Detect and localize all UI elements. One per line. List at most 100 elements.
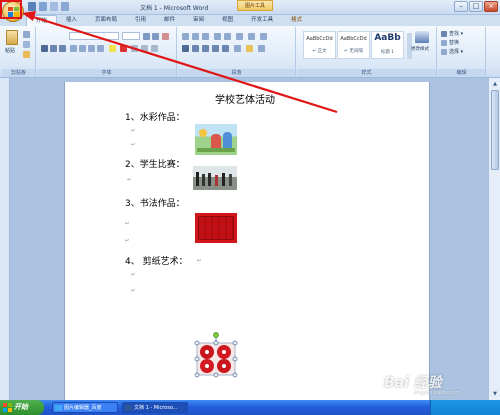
bullets-icon[interactable] [182,33,189,40]
font-color-icon[interactable] [120,45,127,52]
scrollbar-thumb[interactable] [491,90,499,170]
vertical-ruler [0,78,10,400]
shrink-font-icon[interactable] [152,33,159,40]
underline-icon[interactable] [59,45,66,52]
chinese-layout-icon[interactable] [236,33,243,40]
paste-label[interactable]: 粘贴 [5,47,15,54]
scroll-down-icon[interactable]: ▼ [491,390,499,398]
watercolor-image[interactable] [195,124,237,155]
borders-icon[interactable] [258,45,265,52]
ribbon: 粘贴 剪贴板 字体 段落 AaBbCcDd ↵ 正文 AaBbCcDd ↵ 无间… [0,26,500,78]
tab-mailings[interactable]: 邮件 [155,15,184,26]
font-size-combo[interactable] [122,32,140,40]
office-button-highlight [0,0,22,19]
increase-indent-icon[interactable] [224,33,231,40]
group-editing: 查找 ▾ 替换 选择 ▾ 编辑 [438,27,486,77]
close-button[interactable]: × [484,1,498,12]
copy-icon[interactable] [23,41,30,48]
style-no-spacing[interactable]: AaBbCcDd ↵ 无间隔 [337,31,370,59]
maximize-button[interactable]: □ [469,1,483,12]
character-border-icon[interactable] [141,45,148,52]
style-normal[interactable]: AaBbCcDd ↵ 正文 [303,31,336,59]
sort-icon[interactable] [248,33,255,40]
format-painter-icon[interactable] [23,51,30,58]
highlight-icon[interactable] [109,45,116,52]
tab-home[interactable]: 开始 [26,15,58,26]
redo-icon[interactable] [50,2,58,11]
strikethrough-icon[interactable] [70,45,77,52]
competition-image[interactable] [193,166,237,190]
taskbar-item-browser-label: 图片编辑器_百度 [64,405,102,411]
paragraph-mark: ↵ [131,288,136,294]
shading-icon[interactable] [246,45,253,52]
change-styles-label[interactable]: 更改样式 [411,46,429,52]
multilevel-list-icon[interactable] [202,33,209,40]
doc-item-competition[interactable]: 2、学生比赛： [125,157,185,170]
superscript-icon[interactable] [88,45,95,52]
tab-review[interactable]: 审阅 [184,15,213,26]
vertical-scrollbar[interactable]: ▲ ▼ [488,78,500,400]
ribbon-tabs: 开始 插入 页面布局 引用 邮件 审阅 视图 开发工具 格式 [26,15,311,26]
taskbar-item-browser[interactable]: 图片编辑器_百度 [52,402,118,413]
tab-format[interactable]: 格式 [282,15,311,26]
subscript-icon[interactable] [79,45,86,52]
calligraphy-image[interactable] [195,213,237,243]
change-styles-icon[interactable] [415,31,429,43]
change-case-icon[interactable] [97,45,104,52]
tab-view[interactable]: 视图 [213,15,242,26]
italic-icon[interactable] [50,45,57,52]
align-left-icon[interactable] [182,45,189,52]
show-marks-icon[interactable] [260,33,267,40]
document-heading[interactable]: 学校艺体活动 [215,91,275,106]
character-shading-icon[interactable] [131,45,138,52]
line-spacing-icon[interactable] [234,45,241,52]
undo-icon[interactable] [39,2,47,11]
selection-handles[interactable] [190,330,242,382]
group-label-clipboard: 剪贴板 [2,69,35,77]
window-title: 文档 1 - Microsoft Word [140,5,209,12]
style-normal-sample: AaBbCcDd [306,36,333,42]
window-controls: – □ × [454,1,498,12]
baidu-watermark-url: jingyan.baidu.com [414,390,461,396]
paragraph-mark: ↵ [125,221,130,227]
align-right-icon[interactable] [202,45,209,52]
tab-developer[interactable]: 开发工具 [242,15,282,26]
taskbar-item-word[interactable]: 文档 1 - Microso... [122,402,188,413]
document-page[interactable] [64,82,430,402]
paragraph-mark: ↵ [131,128,136,134]
grow-font-icon[interactable] [143,33,150,40]
doc-item-calligraphy[interactable]: 3、书法作品： [125,196,185,209]
customize-qat-icon[interactable] [61,2,69,11]
start-label: 开始 [14,403,28,411]
doc-item-watercolor[interactable]: 1、水彩作品： [125,110,185,123]
start-button[interactable]: 开始 [0,400,44,415]
minimize-button[interactable]: – [454,1,468,12]
font-name-combo[interactable] [69,32,119,40]
select-button[interactable]: 选择 ▾ [449,48,463,55]
paragraph-mark: ↵ [125,238,130,244]
find-icon [441,31,447,37]
enclose-characters-icon[interactable] [151,45,158,52]
bold-icon[interactable] [41,45,48,52]
tab-references[interactable]: 引用 [126,15,155,26]
style-no-spacing-name: ↵ 无间隔 [344,49,363,54]
numbering-icon[interactable] [192,33,199,40]
word-icon [125,405,132,411]
scroll-up-icon[interactable]: ▲ [491,80,499,88]
align-center-icon[interactable] [192,45,199,52]
decrease-indent-icon[interactable] [214,33,221,40]
distributed-icon[interactable] [222,45,229,52]
justify-icon[interactable] [212,45,219,52]
tab-page-layout[interactable]: 页面布局 [86,15,126,26]
taskbar-item-word-label: 文档 1 - Microso... [134,405,178,411]
replace-button[interactable]: 替换 [449,39,459,46]
find-button[interactable]: 查找 ▾ [449,30,463,37]
tab-insert[interactable]: 插入 [57,15,86,26]
save-icon[interactable] [28,2,36,11]
cut-icon[interactable] [23,31,30,38]
browser-icon [55,405,62,411]
doc-item-papercut[interactable]: 4、 剪纸艺术： [125,254,188,267]
clear-format-icon[interactable] [162,33,169,40]
style-heading-1[interactable]: AaBb 标题 1 [371,31,404,59]
paste-icon[interactable] [6,30,18,45]
